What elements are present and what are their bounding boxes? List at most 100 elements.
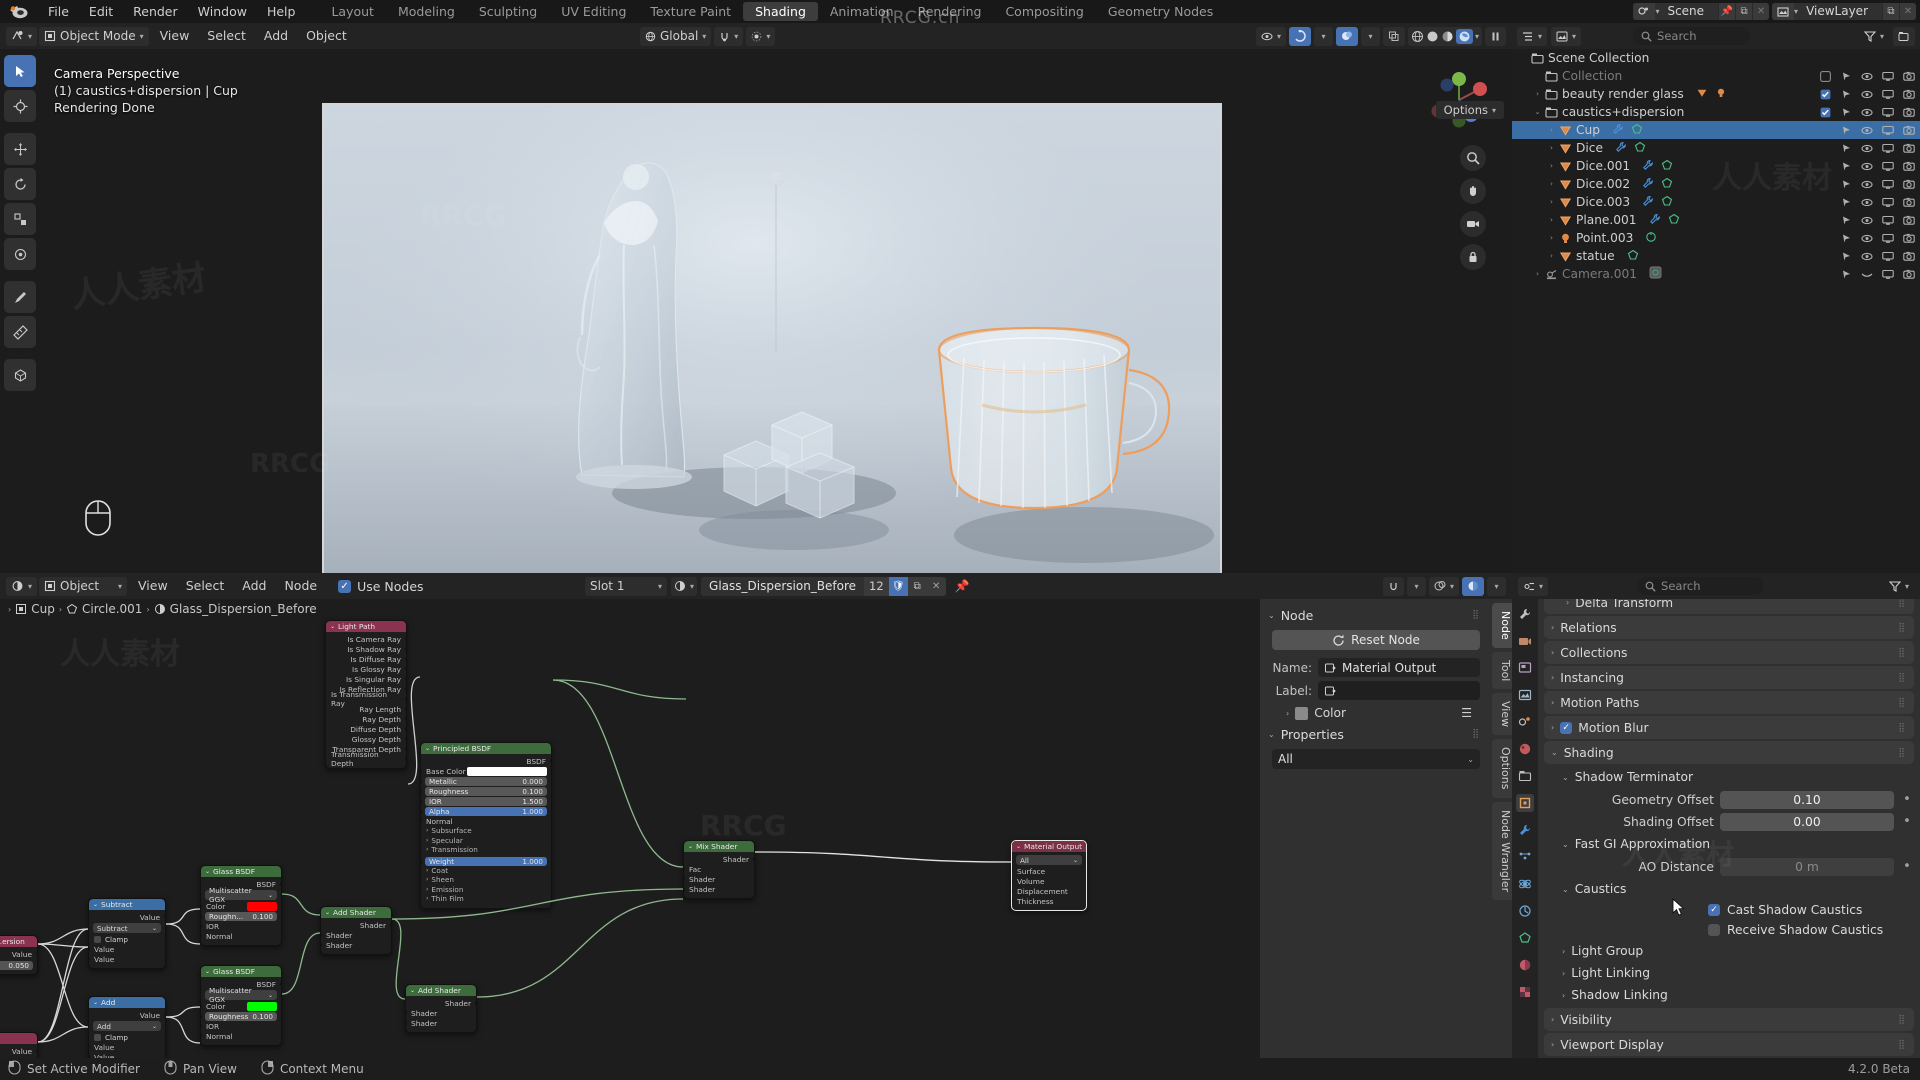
node-header[interactable]: ⌄ Mix Shader (684, 841, 754, 852)
sidebar-tab-view[interactable]: View (1492, 693, 1512, 736)
outliner-row-point-003[interactable]: › Point.003 (1512, 229, 1920, 247)
panel-grip-icon[interactable]: ⣿ (1898, 648, 1906, 658)
delete-scene-button[interactable]: ✕ (1752, 3, 1770, 20)
shader-menu-node[interactable]: Node (275, 573, 326, 599)
restrict-eye-icon[interactable] (1861, 106, 1873, 118)
tab-texture[interactable] (1516, 983, 1534, 1001)
workspace-tabs[interactable]: Layout Modeling Sculpting UV Editing Texture… (319, 0, 1225, 23)
mesh-data-icon[interactable] (1627, 249, 1639, 264)
properties-editor-type-selector[interactable]: ▾ (1518, 576, 1549, 596)
node-input-color[interactable]: Color (201, 1001, 281, 1012)
restrict-eye-icon[interactable] (1861, 250, 1873, 262)
outliner-row-datablocks[interactable] (1642, 195, 1673, 210)
node-output-socket[interactable]: Is Glossy Ray (326, 664, 406, 674)
node-section-thin-film[interactable]: › Thin Film (421, 894, 551, 904)
outliner-row-camera-001[interactable]: › Camera.001 (1512, 265, 1920, 283)
properties-panel-delta-transform[interactable]: › Delta Transform ⣿ (1544, 599, 1914, 614)
restrict-arrow-icon[interactable] (1840, 178, 1852, 190)
node-dispersion-value[interactable]: ⌄...ersion Value 0.050 (0, 935, 38, 975)
mesh-data-icon[interactable] (1631, 123, 1643, 138)
reset-node-button[interactable]: Reset Node (1272, 630, 1480, 650)
node-output-socket[interactable]: BSDF (421, 756, 551, 766)
workspace-tab-layout[interactable]: Layout (319, 2, 386, 21)
material-browse-button[interactable]: ▾ (671, 576, 698, 596)
node-output-socket[interactable]: Is Singular Ray (326, 674, 406, 684)
restrict-camera-icon[interactable] (1903, 196, 1915, 208)
scene-selector[interactable]: ▾ Scene 📌 ⧉ ✕ (1633, 3, 1770, 20)
mesh-data-icon[interactable] (1661, 195, 1673, 210)
menu-file[interactable]: File (38, 0, 79, 23)
tab-world[interactable] (1516, 740, 1534, 758)
node-input-shader[interactable]: Shader (321, 930, 391, 940)
node-panel-header[interactable]: ⌄ Node ⣿ (1268, 605, 1480, 625)
viewport-nav-buttons[interactable] (1460, 145, 1486, 270)
restrict-arrow-icon[interactable] (1840, 268, 1852, 280)
disclosure-triangle-icon[interactable]: › (1546, 234, 1557, 242)
animate-property-dot-icon[interactable]: • (1900, 814, 1914, 829)
properties-search-input[interactable]: Search (1637, 577, 1764, 595)
visibility-selector[interactable]: ▾ (1255, 26, 1286, 46)
viewport-menu-view[interactable]: View (151, 23, 199, 49)
node-output-socket[interactable]: Shader (321, 920, 391, 930)
viewport-menu-select[interactable]: Select (198, 23, 255, 49)
properties-subpanel-fast-gi-approximation[interactable]: ⌄ Fast GI Approximation (1538, 833, 1920, 855)
node-header[interactable]: ⌄...ersion (0, 936, 37, 947)
restrict-camera-icon[interactable] (1903, 160, 1915, 172)
node-input-shader[interactable]: Shader (406, 1018, 476, 1028)
material-slot-selector[interactable]: Slot 1 ▾ (585, 576, 667, 596)
node-input-basecolor[interactable]: Base Color (421, 766, 551, 777)
restrict-checkbox-icon[interactable] (1819, 106, 1831, 118)
node-section-specular[interactable]: › Specular (421, 836, 551, 846)
node-input-fac[interactable]: Fac (684, 864, 754, 874)
node-clamp-checkbox[interactable]: Clamp (89, 934, 165, 944)
node-output-socket[interactable]: Transmission Depth (326, 750, 406, 768)
node-output-socket[interactable]: BSDF (201, 979, 281, 989)
shader-menu-select[interactable]: Select (177, 573, 234, 599)
workspace-tab-compositing[interactable]: Compositing (993, 2, 1095, 21)
tab-render[interactable] (1516, 632, 1534, 650)
properties-field-geometry-offset[interactable]: Geometry Offset 0.10 • (1538, 789, 1914, 810)
node-sidebar[interactable]: ⌄ Node ⣿ Reset Node Name: Material Outpu… (1260, 599, 1512, 1067)
node-header[interactable]: ⌄ Light Path (326, 621, 406, 632)
tab-object[interactable] (1516, 794, 1534, 812)
checkbox[interactable]: ✓ (1708, 904, 1720, 916)
tool-move[interactable] (4, 133, 36, 165)
sidebar-tab-node[interactable]: Node (1492, 603, 1512, 648)
node-output-socket[interactable]: Value (89, 1010, 165, 1020)
restrict-camera-icon[interactable] (1903, 70, 1915, 82)
restrict-eye-icon[interactable] (1861, 214, 1873, 226)
tab-collection[interactable] (1516, 767, 1534, 785)
node-output-socket[interactable]: Value (89, 912, 165, 922)
shader-type-selector[interactable]: Object ▾ (39, 576, 128, 596)
disclosure-triangle-icon[interactable]: › (1532, 270, 1543, 278)
outliner-row-dice-001[interactable]: › Dice.001 (1512, 157, 1920, 175)
pan-hand-icon[interactable] (1460, 178, 1486, 204)
properties-checkbox-cast-shadow-caustics[interactable]: ✓ Cast Shadow Caustics (1708, 900, 1920, 920)
node-input-color[interactable]: Color (201, 901, 281, 912)
outliner-tree[interactable]: Scene Collection Collection › beauty render… (1512, 49, 1920, 283)
properties-editor[interactable]: ▾ Search ▾ › Delta Transform ⣿ › Relatio… (1512, 573, 1920, 1067)
modifier-icon[interactable] (1642, 159, 1654, 174)
restrict-screen-icon[interactable] (1882, 214, 1894, 226)
node-subtract[interactable]: ⌄ Subtract Value Subtract ⌄ Clamp Value Value (88, 898, 166, 969)
panel-grip-icon[interactable]: ⣿ (1898, 723, 1906, 733)
tab-scene[interactable] (1516, 713, 1534, 731)
tab-output[interactable] (1516, 659, 1534, 677)
node-input-value[interactable]: Value (89, 954, 165, 964)
node-section-emission[interactable]: › Emission (421, 885, 551, 895)
tab-object-data[interactable] (1516, 929, 1534, 947)
outliner-new-collection-button[interactable] (1893, 26, 1916, 46)
outliner-row-caustics-dispersion[interactable]: ⌄ caustics+dispersion (1512, 103, 1920, 121)
menu-help[interactable]: Help (257, 0, 306, 23)
material-name-field[interactable]: Glass_Dispersion_Before 12 🛡 ⧉ ✕ (701, 576, 946, 596)
snap-toggle[interactable]: ▾ (714, 26, 744, 46)
viewlayer-selector[interactable]: ▾ ViewLayer ⧉ ✕ (1772, 3, 1916, 20)
disclosure-triangle-icon[interactable]: › (1546, 180, 1557, 188)
viewport-menu-object[interactable]: Object (297, 23, 356, 49)
modifier-icon[interactable] (1642, 195, 1654, 210)
node-output-socket[interactable]: Ray Depth (326, 714, 406, 724)
restrict-camera-icon[interactable] (1903, 124, 1915, 136)
restrict-screen-icon[interactable] (1882, 196, 1894, 208)
disclosure-triangle-icon[interactable]: › (1546, 252, 1557, 260)
editor-type-selector[interactable]: ▾ (6, 26, 38, 46)
